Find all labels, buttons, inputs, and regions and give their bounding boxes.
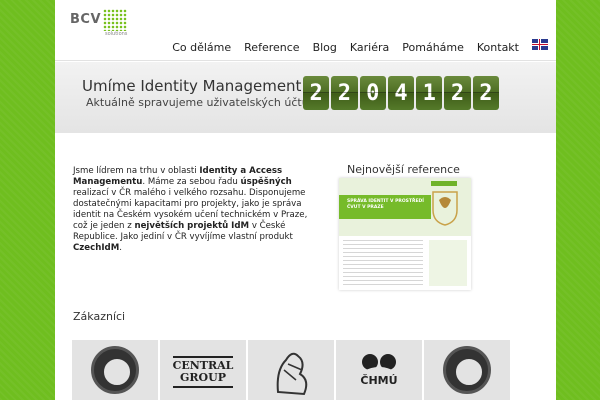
- reference-tag: [431, 181, 457, 186]
- client-logo-central-group[interactable]: CENTRAL GROUP: [160, 340, 246, 400]
- bcv-logo[interactable]: BCV solutions: [70, 8, 160, 38]
- czech-lion-logo-icon: [276, 352, 308, 396]
- reference-card[interactable]: SPRÁVA IDENTIT V PROSTŘEDÍ ČVUT V PRAZE: [339, 178, 471, 290]
- nav-item-reference[interactable]: Reference: [244, 41, 299, 54]
- counter-digit: 0: [359, 76, 387, 110]
- cvut-seal-logo-icon: [443, 346, 491, 394]
- nav-item-kariera[interactable]: Kariéra: [350, 41, 389, 54]
- banner-title: Umíme Identity Management: [82, 77, 302, 95]
- logo-tagline: solutions: [105, 31, 128, 37]
- nav-item-blog[interactable]: Blog: [313, 41, 337, 54]
- nav-item-co-delame[interactable]: Co děláme: [172, 41, 231, 54]
- counter-digit: 2: [472, 76, 500, 110]
- intro-text: Jsme lídrem na trhu v oblasti Identity a…: [73, 166, 308, 253]
- page: BCV solutions Co děláme Reference Blog K…: [55, 0, 556, 400]
- reference-sidebar: [429, 240, 467, 286]
- counter-digit: 2: [331, 76, 358, 110]
- counter-digit: 1: [416, 76, 443, 110]
- banner-subtitle: Aktuálně spravujeme uživatelských účtů:: [86, 96, 313, 109]
- cvut-crest-icon: [432, 191, 458, 226]
- counter-digit: 4: [387, 76, 415, 110]
- account-counter: 2 2 0 4 1 2 2: [303, 76, 500, 110]
- client-logo-lion[interactable]: [248, 340, 334, 400]
- counter-digit: 2: [303, 76, 330, 110]
- client-logo-seal[interactable]: [72, 340, 158, 400]
- logo-dots-icon: [103, 9, 127, 31]
- references-title: Nejnovější reference: [347, 163, 460, 176]
- reference-headline: SPRÁVA IDENTIT V PROSTŘEDÍ ČVUT V PRAZE: [339, 195, 431, 219]
- logo-text: BCV: [70, 12, 102, 27]
- client-logo-chmu[interactable]: ČHMÚ: [336, 340, 422, 400]
- central-group-logo: CENTRAL GROUP: [169, 354, 237, 390]
- clients-title: Zákazníci: [73, 310, 126, 323]
- chmu-logo-text: ČHMÚ: [360, 374, 398, 387]
- uk-flag-icon[interactable]: [532, 39, 548, 50]
- counter-digit: 2: [444, 76, 471, 110]
- header-divider: [55, 60, 556, 61]
- reference-text-lines: [343, 240, 423, 286]
- client-logo-cvut[interactable]: [424, 340, 510, 400]
- seal-logo-icon: [91, 346, 139, 394]
- nav-item-pomahame[interactable]: Pomáháme: [402, 41, 464, 54]
- nav-item-kontakt[interactable]: Kontakt: [477, 41, 519, 54]
- main-nav: Co děláme Reference Blog Kariéra Pomáhám…: [159, 39, 548, 54]
- chmu-logo-icon: [362, 354, 396, 373]
- banner: Umíme Identity Management Aktuálně sprav…: [55, 62, 556, 133]
